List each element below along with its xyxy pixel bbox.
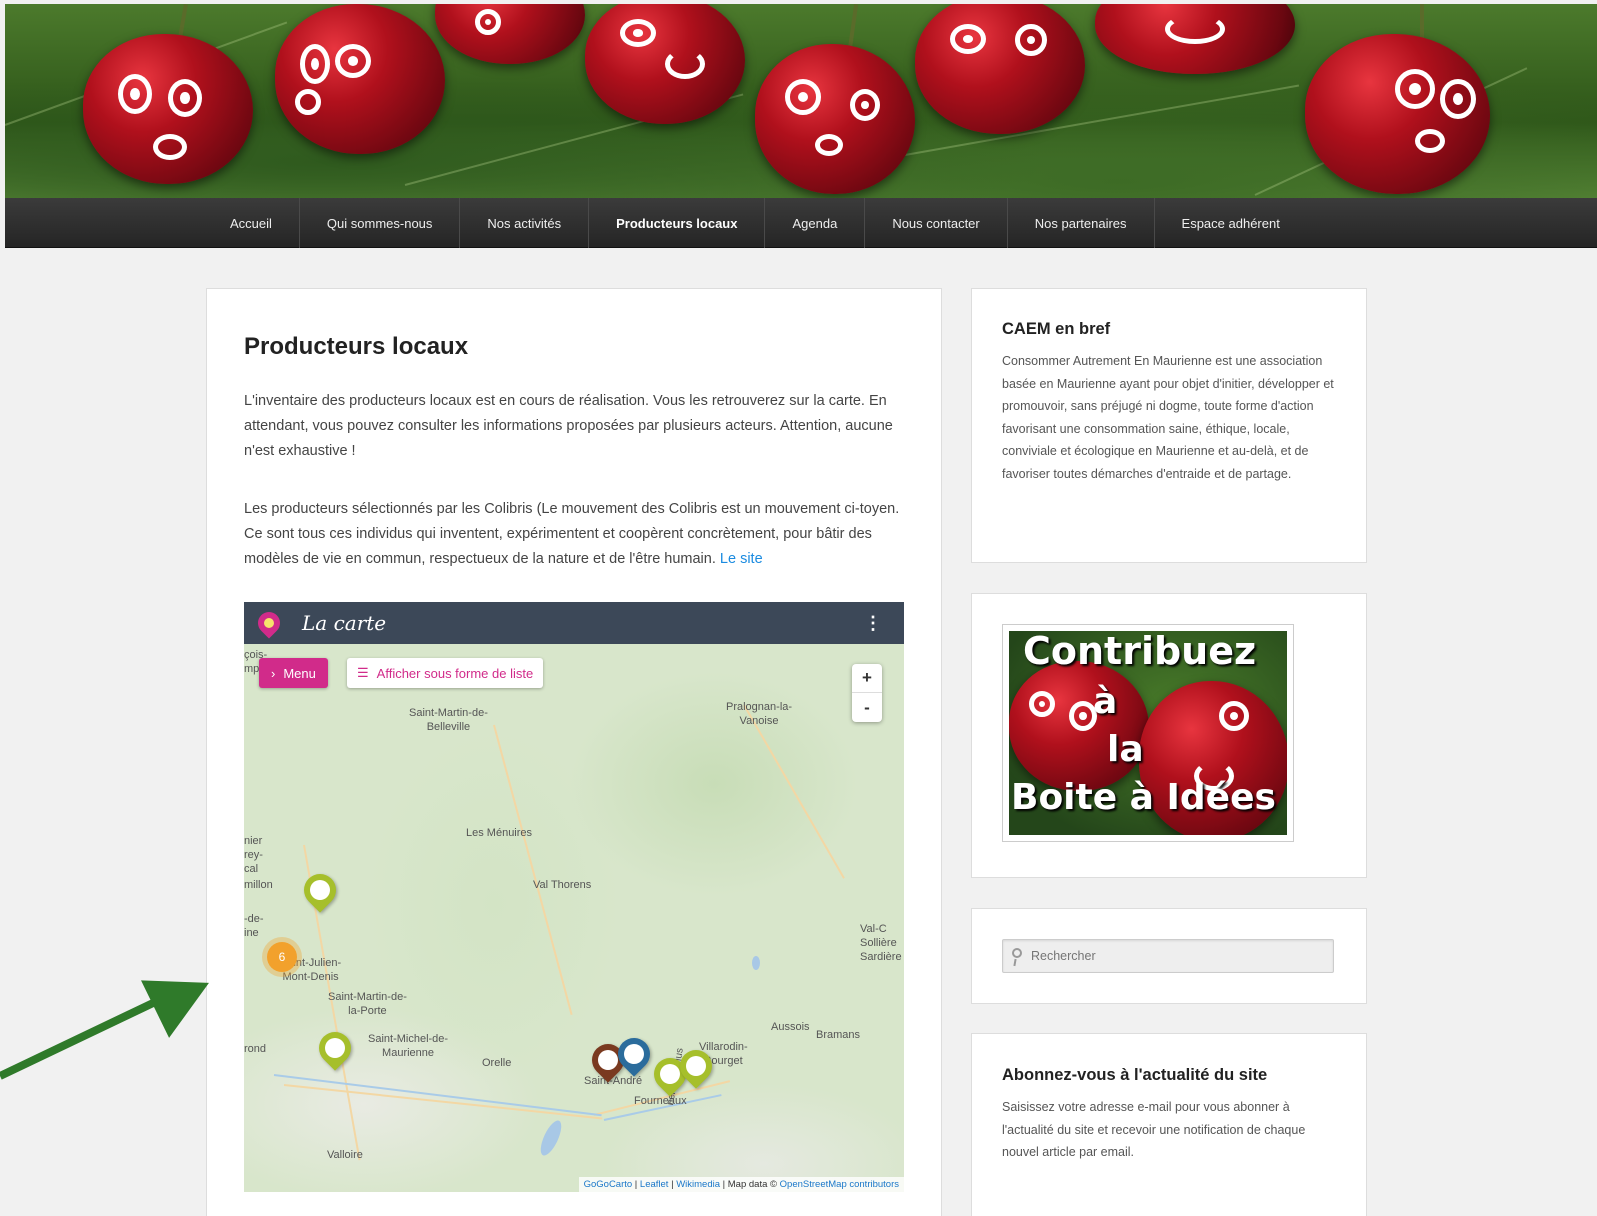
gogocarto-link[interactable]: GoGoCarto xyxy=(584,1179,633,1190)
map-menu-button[interactable]: › Menu xyxy=(259,658,328,688)
subscribe-widget: Abonnez-vous à l'actualité du site Saisi… xyxy=(971,1033,1367,1216)
zoom-out-button[interactable]: - xyxy=(852,693,882,722)
subscribe-text: Saisissez votre adresse e-mail pour vous… xyxy=(1002,1100,1306,1159)
list-view-label: Afficher sous forme de liste xyxy=(376,665,534,681)
map-pin-logo-icon xyxy=(253,607,285,639)
about-widget: CAEM en bref Consommer Autrement En Maur… xyxy=(971,288,1367,563)
producer-marker-icon[interactable] xyxy=(297,867,343,913)
place-label: Bramans xyxy=(816,1029,861,1041)
place-label: nier rey-cal xyxy=(244,835,263,875)
map-canvas[interactable]: Saint-Martin-de- Belleville Pralognan-la-… xyxy=(244,644,904,1192)
place-label: Valloire xyxy=(327,1149,363,1161)
map-title: La carte xyxy=(302,611,387,635)
subscribe-title: Abonnez-vous à l'actualité du site xyxy=(1002,1066,1268,1084)
place-label: Les Ménuires xyxy=(466,827,533,839)
cherry-image xyxy=(585,4,745,124)
colibris-text: Les producteurs sélectionnés par les Col… xyxy=(244,501,900,567)
leaflet-link[interactable]: Leaflet xyxy=(640,1179,669,1190)
about-text: Consommer Autrement En Maurienne est une… xyxy=(1002,354,1334,481)
ideas-line-4: Boite à Idées xyxy=(1011,777,1276,818)
place-label: Val Thorens xyxy=(533,879,592,891)
search-icon xyxy=(1012,948,1022,958)
place-label: -de-ine xyxy=(244,913,264,939)
place-label: Saint-Michel-de- Maurienne xyxy=(368,1033,449,1059)
map-widget[interactable]: La carte ⋮ Saint-Martin-de- Belleville Pr… xyxy=(244,602,904,1192)
map-menu-label: Menu xyxy=(283,665,316,681)
producer-marker-icon[interactable] xyxy=(312,1025,358,1071)
ideas-line-1: Contribuez xyxy=(1023,631,1257,673)
cherry-image xyxy=(755,44,915,194)
cherry-image xyxy=(1305,34,1490,194)
colibris-paragraph: Les producteurs sélectionnés par les Col… xyxy=(244,497,909,572)
zoom-control: + - xyxy=(852,664,882,722)
place-label: Saint-Martin-de-la-Porte xyxy=(328,991,407,1017)
search-input[interactable] xyxy=(1031,946,1321,966)
nav-item-nos-partenaires[interactable]: Nos partenaires xyxy=(1008,198,1155,248)
search-widget xyxy=(971,908,1367,1004)
wikimedia-link[interactable]: Wikimedia xyxy=(676,1179,720,1190)
search-box xyxy=(1002,939,1334,973)
nav-item-nos-activites[interactable]: Nos activités xyxy=(460,198,590,248)
place-label: Saint-Martin-de- Belleville xyxy=(409,707,488,733)
list-view-button[interactable]: ☰ Afficher sous forme de liste xyxy=(347,658,544,688)
osm-link[interactable]: OpenStreetMap contributors xyxy=(780,1179,899,1190)
map-header: La carte ⋮ xyxy=(244,602,904,644)
cherry-image xyxy=(1095,4,1295,74)
cherry-image xyxy=(435,4,585,64)
place-label: Aussois xyxy=(771,1021,810,1033)
nav-item-qui-sommes-nous[interactable]: Qui sommes-nous xyxy=(300,198,461,248)
more-options-icon[interactable]: ⋮ xyxy=(864,613,882,634)
list-icon: ☰ xyxy=(357,665,369,680)
intro-paragraph: L'inventaire des producteurs locaux est … xyxy=(244,393,893,459)
about-title: CAEM en bref xyxy=(1002,320,1111,338)
map-data-label: Map data © xyxy=(727,1179,778,1190)
cherry-image xyxy=(275,4,445,154)
nav-item-accueil[interactable]: Accueil xyxy=(203,198,300,248)
nav-item-producteurs-locaux[interactable]: Producteurs locaux xyxy=(589,198,766,248)
map-attribution: GoGoCarto | Leaflet | Wikimedia | Map da… xyxy=(578,1177,904,1192)
page-title: Producteurs locaux xyxy=(244,333,469,360)
cherry-image xyxy=(83,34,253,184)
place-label: Val-C Sollière Sardière xyxy=(860,923,902,963)
ideas-line-2: à xyxy=(1093,681,1118,722)
nav-item-nous-contacter[interactable]: Nous contacter xyxy=(865,198,1008,248)
header-banner xyxy=(5,4,1597,202)
ideas-widget: Contribuez à la Boite à Idées xyxy=(971,593,1367,878)
ideas-box-banner[interactable]: Contribuez à la Boite à Idées xyxy=(1002,624,1294,842)
cherry-image xyxy=(915,4,1085,134)
ideas-line-3: la xyxy=(1107,729,1144,770)
colibris-site-link[interactable]: Le site xyxy=(720,551,763,567)
chevron-right-icon: › xyxy=(271,665,276,681)
main-article: Producteurs locaux L'inventaire des prod… xyxy=(206,288,942,1216)
place-label: Pralognan-la- Vanoise xyxy=(726,701,793,727)
main-nav: Accueil Qui sommes-nous Nos activités Pr… xyxy=(5,198,1597,248)
place-label: millon xyxy=(244,879,273,891)
place-label: rond xyxy=(244,1043,267,1055)
marker-cluster[interactable]: 6 xyxy=(267,942,297,972)
zoom-in-button[interactable]: + xyxy=(852,664,882,693)
place-label: Orelle xyxy=(482,1057,512,1069)
annotation-arrow xyxy=(0,992,169,1080)
nav-item-espace-adherent[interactable]: Espace adhérent xyxy=(1155,198,1307,248)
nav-item-agenda[interactable]: Agenda xyxy=(765,198,866,248)
